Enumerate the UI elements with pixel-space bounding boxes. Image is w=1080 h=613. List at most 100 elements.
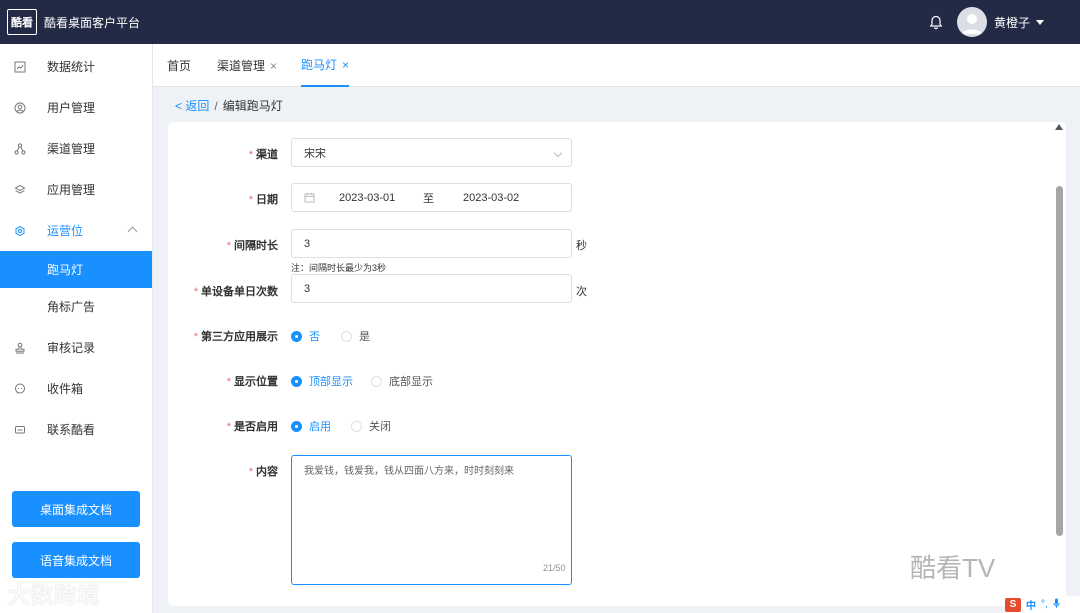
sidebar-item-label: 运营位 [47,224,84,238]
scroll-up-arrow[interactable] [1055,124,1063,130]
username[interactable]: 黄橙子 [994,14,1030,31]
interval-hint: 注：间隔时长最少为3秒 [291,263,387,273]
bell-icon[interactable] [927,13,945,31]
daily-count-unit: 次 [576,286,587,298]
microphone-icon [1053,598,1060,611]
watermark-left: 大数跨境 [8,583,101,608]
app-logo: 酷看 [7,9,37,35]
breadcrumb: < 返回 / 编辑跑马灯 [175,97,283,114]
daily-count-value: 3 [304,282,311,295]
tab-channel-management[interactable]: 渠道管理 × [217,44,277,87]
date-separator: 至 [423,192,434,205]
date-range-picker[interactable]: 2023-03-01 至 2023-03-02 [291,183,572,212]
char-counter: 21/50 [543,563,566,573]
avatar[interactable] [956,7,987,37]
sidebar: 数据统计 用户管理 渠道管理 应用管理 运营位 跑马灯 角标广告 审核记录 收件… [0,44,153,613]
position-label: * 显示位置 [226,376,278,388]
sidebar-item-operation[interactable]: 运营位 [0,210,152,251]
sidebar-subitem-corner-ad[interactable]: 角标广告 [0,288,152,325]
sidebar-item-channel-management[interactable]: 渠道管理 [0,128,152,169]
date-start[interactable]: 2023-03-01 [339,192,395,204]
sidebar-item-label: 应用管理 [47,183,96,197]
required-mark: * [193,331,198,343]
radio-enabled-on[interactable]: 启用 [291,418,331,434]
watermark-right: 酷看TV [910,553,996,583]
back-link[interactable]: < 返回 [175,97,209,114]
sidebar-item-label: 渠道管理 [47,142,96,156]
top-navbar: 酷看 酷看桌面客户平台 黄橙子 [0,0,1080,44]
desktop-integration-doc-button[interactable]: 桌面集成文档 [12,491,140,527]
sidebar-item-label: 审核记录 [47,341,96,355]
sidebar-item-app-management[interactable]: 应用管理 [0,169,152,210]
ime-mode: 中 [1026,601,1036,612]
radio-position-top[interactable]: 顶部显示 [291,373,353,389]
chevron-down-icon[interactable] [1036,19,1044,25]
required-mark: * [226,240,231,252]
page-title: 编辑跑马灯 [222,99,283,113]
enabled-label: * 是否启用 [226,421,278,433]
daily-count-label: * 单设备单日次数 [193,286,278,298]
punctuation-icon: °, [1041,599,1048,610]
radio-third-party-no[interactable]: 否 [291,328,320,344]
tab-bar: 首页 渠道管理 × 跑马灯 × [153,44,1080,87]
sidebar-item-inbox[interactable]: 收件箱 [0,368,152,409]
radio-dot [291,330,302,342]
radio-dot [371,375,382,387]
voice-integration-doc-button[interactable]: 语音集成文档 [12,542,140,578]
required-mark: * [226,421,231,433]
tab-home[interactable]: 首页 [167,44,191,87]
scrollbar-thumb[interactable] [1056,186,1063,536]
sidebar-item-audit-log[interactable]: 审核记录 [0,327,152,368]
sidebar-item-user-management[interactable]: 用户管理 [0,87,152,128]
chart-icon [13,61,26,74]
radio-dot [351,420,362,432]
chevron-down-icon [553,148,563,158]
sidebar-item-label: 收件箱 [47,382,84,396]
interval-unit: 秒 [576,240,587,252]
sidebar-item-contact[interactable]: 联系酷看 [0,409,152,450]
required-mark: * [248,466,253,478]
channel-select[interactable]: 宋宋 [291,138,572,167]
operation-icon [13,225,26,238]
radio-position-bottom[interactable]: 底部显示 [371,373,433,389]
interval-label: * 间隔时长 [226,240,278,252]
stamp-icon [13,342,26,355]
close-icon[interactable]: × [342,58,349,72]
chat-icon [13,424,26,437]
tab-label: 首页 [167,59,192,73]
tab-label: 跑马灯 [301,58,338,72]
interval-input[interactable]: 3 [291,229,572,258]
ime-toolbar[interactable]: S 中 °, [1005,596,1080,613]
channel-value: 宋宋 [304,147,326,160]
sidebar-item-label: 数据统计 [47,60,96,74]
sogou-icon: S [1005,597,1021,612]
date-end[interactable]: 2023-03-02 [463,192,519,204]
calendar-icon [304,192,315,203]
required-mark: * [248,194,253,206]
tab-label: 渠道管理 [217,59,266,73]
required-mark: * [248,149,253,161]
radio-dot [341,330,352,342]
required-mark: * [193,286,198,298]
message-icon [13,383,26,396]
channel-label: * 渠道 [248,149,278,161]
tab-marquee[interactable]: 跑马灯 × [301,44,350,87]
sidebar-item-data-stats[interactable]: 数据统计 [0,46,152,87]
required-mark: * [226,376,231,388]
chevron-up-icon [127,226,138,236]
sidebar-item-label: 联系酷看 [47,423,96,437]
content-textarea[interactable]: 我爱钱，钱爱我，钱从四面八方来，时时刻刻来 [291,455,572,585]
sidebar-item-label: 用户管理 [47,101,96,115]
close-icon[interactable]: × [270,59,277,73]
radio-dot [291,420,302,432]
radio-dot [291,375,302,387]
third-party-label: * 第三方应用展示 [193,331,278,343]
user-icon [13,102,26,115]
radio-enabled-off[interactable]: 关闭 [351,418,391,434]
network-icon [13,143,26,156]
content-label: * 内容 [248,466,278,478]
breadcrumb-separator: / [214,98,218,113]
sidebar-subitem-marquee[interactable]: 跑马灯 [0,251,152,288]
radio-third-party-yes[interactable]: 是 [341,328,370,344]
daily-count-input[interactable]: 3 [291,274,572,303]
